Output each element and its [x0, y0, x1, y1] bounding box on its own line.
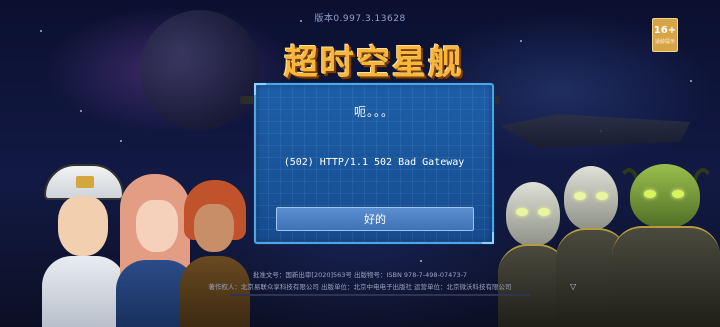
dialog-title: 呃。。。	[353, 105, 394, 119]
dialog-message: (502) HTTP/1.1 502 Bad Gateway	[283, 157, 465, 168]
star	[40, 30, 42, 32]
loading-track	[230, 294, 530, 296]
version-text: 版本0.997.3.13628	[314, 14, 406, 24]
star	[520, 40, 522, 42]
age-rating-badge[interactable]: 16+ 适龄提示	[652, 18, 678, 52]
star	[80, 110, 82, 112]
footer-approval-info: 批准文号：国新出审[2020]563号 出版物号：ISBN 978-7-498-…	[252, 271, 468, 279]
error-dialog: 呃。。。 (502) HTTP/1.1 502 Bad Gateway 好的	[254, 83, 494, 244]
character-red-hair	[180, 178, 250, 327]
star	[120, 140, 122, 142]
planet-background	[140, 10, 260, 130]
age-rating-label: 16+	[653, 25, 677, 36]
star	[420, 260, 422, 262]
triangle-down-icon: ▽	[570, 282, 577, 291]
character-captain	[36, 160, 126, 327]
starship-background	[500, 114, 690, 148]
character-alien-green	[612, 164, 720, 327]
age-rating-sublabel: 适龄提示	[654, 39, 675, 45]
star	[690, 80, 692, 82]
footer-publisher-info: 著作权人：北京易联众享科技有限公司 出版单位：北京中电电子出版社 运营单位：北京…	[208, 283, 512, 291]
ok-button[interactable]: 好的	[276, 207, 474, 231]
game-logo: 超时空星舰	[284, 42, 464, 83]
